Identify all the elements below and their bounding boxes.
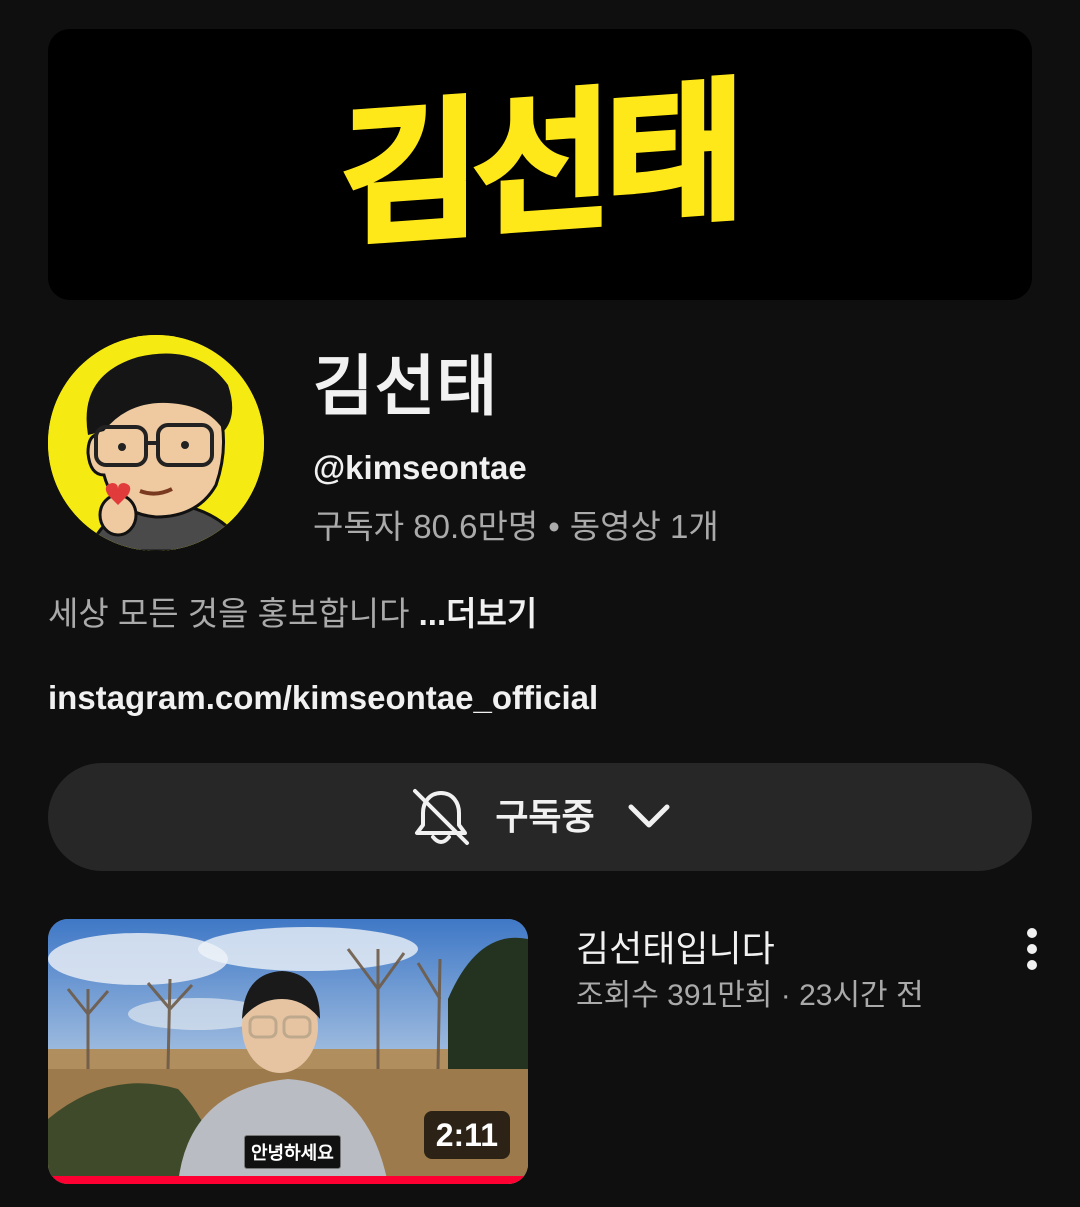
view-count: 조회수 391만회 xyxy=(576,979,773,1012)
bell-off-icon xyxy=(413,789,470,845)
subscribed-button[interactable]: 구독중 xyxy=(48,763,1032,871)
subscribed-label: 구독중 xyxy=(495,796,595,837)
channel-link[interactable]: instagram.com/kimseontae_official xyxy=(48,676,598,720)
video-title[interactable]: 김선태입니다 xyxy=(576,927,775,971)
upload-age: 23시간 전 xyxy=(799,979,924,1012)
banner-logo: 김선태 xyxy=(339,62,741,269)
stats-separator: • xyxy=(548,508,560,545)
description-text: 세상 모든 것을 홍보합니다 xyxy=(48,595,410,632)
more-options-button[interactable] xyxy=(1012,923,1052,975)
watch-progress-bar xyxy=(48,1176,528,1184)
more-link[interactable]: ...더보기 xyxy=(419,595,538,632)
meta-separator: · xyxy=(780,979,791,1012)
video-list-item[interactable]: 안녕하세요 2:11 김선태입니다 조회수 391만회 · 23시간 전 xyxy=(48,919,1037,1184)
chevron-down-icon xyxy=(628,804,670,828)
video-thumbnail[interactable]: 안녕하세요 2:11 xyxy=(48,919,528,1184)
channel-title: 김선태 xyxy=(313,349,499,423)
video-duration: 2:11 xyxy=(423,1111,510,1159)
channel-stats: 구독자 80.6만명 • 동영상 1개 xyxy=(313,505,719,549)
video-count: 동영상 1개 xyxy=(569,508,719,545)
banner-logo-text: 김선태 xyxy=(342,65,738,266)
channel-banner: 김선태 xyxy=(48,29,1032,300)
channel-page: 김선태 김선태 @kimseontae 구독자 80.6만명 • 동영상 1개 … xyxy=(0,0,1080,1207)
channel-avatar[interactable] xyxy=(48,335,264,551)
channel-description[interactable]: 세상 모든 것을 홍보합니다 ...더보기 xyxy=(48,592,537,636)
video-meta: 조회수 391만회 · 23시간 전 xyxy=(576,975,924,1017)
video-caption: 안녕하세요 xyxy=(244,1135,341,1169)
channel-handle: @kimseontae xyxy=(313,449,527,486)
more-vert-icon xyxy=(1027,928,1037,970)
subscriber-count: 구독자 80.6만명 xyxy=(313,508,539,545)
